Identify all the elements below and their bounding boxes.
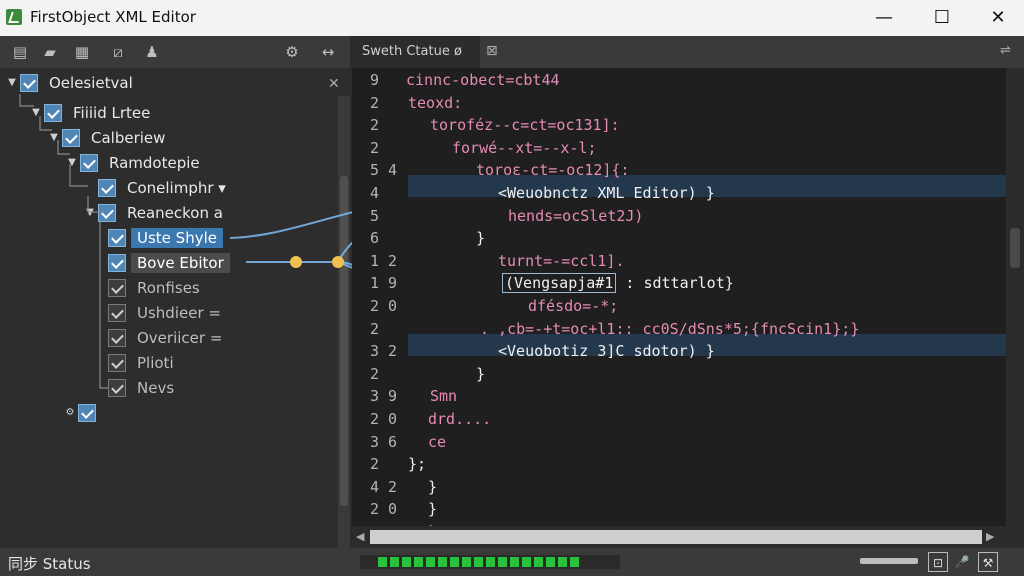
line-number: 3 6 bbox=[370, 432, 398, 451]
code-line[interactable]: Smn bbox=[430, 387, 457, 405]
code-line-text: toroféz--c=ct=oc131]: bbox=[430, 116, 620, 135]
line-number: 2 bbox=[370, 93, 380, 112]
code-line-text: . ,cb=-+t=oc+l1:: cc0S/dSns*5;{fncScin1}… bbox=[480, 319, 860, 338]
line-number: 4 bbox=[370, 184, 380, 202]
code-line[interactable]: teoxd: bbox=[408, 94, 462, 112]
code-line[interactable]: <Weuobnctz XML Editor) } bbox=[498, 184, 715, 202]
code-line-text: <Veuobotiz 3]C sdotor) } bbox=[498, 342, 715, 361]
code-line-text: toroε-ct=-oc12]{: bbox=[476, 161, 630, 180]
code-line-text: Smn bbox=[430, 387, 458, 406]
code-line[interactable]: toroε-ct=-oc12]{: bbox=[476, 161, 630, 179]
progress-segment bbox=[390, 557, 399, 567]
progress-segment bbox=[534, 557, 543, 567]
progress-segment bbox=[450, 557, 459, 567]
code-line[interactable]: toroféz--c=ct=oc131]: bbox=[430, 116, 620, 134]
line-number: 3 9 bbox=[370, 387, 398, 406]
code-line-text: drd.... bbox=[428, 410, 492, 428]
line-number: 4 2 bbox=[370, 477, 398, 496]
code-line[interactable]: turnt=-=ccl1]. bbox=[498, 252, 624, 270]
code-line[interactable]: (Vengsapja#1 : sdttarlot} bbox=[502, 273, 734, 294]
code-line[interactable]: dfésdo=-*; bbox=[528, 297, 618, 315]
progress-segment bbox=[474, 557, 483, 567]
line-number: 2 bbox=[370, 138, 380, 157]
code-line-text: dfésdo=-*; bbox=[528, 297, 619, 315]
code-line[interactable]: hends=ocSlet2J) bbox=[508, 207, 643, 225]
line-number: 2 0 bbox=[370, 297, 398, 315]
line-number: 2 bbox=[370, 455, 380, 474]
progress-segment bbox=[402, 557, 411, 567]
line-number: 5 4 bbox=[370, 161, 398, 180]
editor-horizontal-scrollbar[interactable]: ◀ ▶ bbox=[352, 526, 1024, 548]
progress-segment bbox=[546, 557, 555, 567]
code-line-text: hends=ocSlet2J) bbox=[508, 206, 644, 225]
code-line-text: } bbox=[428, 500, 438, 519]
code-line-text: } bbox=[476, 229, 486, 248]
code-line-text: ce bbox=[428, 432, 447, 451]
progress-segment bbox=[498, 557, 507, 567]
code-line[interactable]: } bbox=[476, 229, 485, 247]
code-line[interactable]: } bbox=[428, 478, 437, 496]
progress-segment bbox=[558, 557, 567, 567]
status-text: 同步 Status bbox=[8, 555, 91, 573]
line-number: 2 bbox=[370, 364, 380, 383]
editor-vertical-scrollbar[interactable] bbox=[1006, 68, 1024, 526]
code-line-text: cinnc-obect=cbt44 bbox=[406, 71, 560, 89]
progress-segment bbox=[522, 557, 531, 567]
code-editor[interactable]: 9 2 2 2 5 4 4 5 6 1 2 1 9 2 0 2 3 2 2 3 9 2 0 3 6 2 4 2 2 0… bbox=[352, 68, 1006, 541]
line-number: 6 bbox=[370, 229, 380, 248]
settings-icon[interactable]: ⚒ bbox=[978, 552, 998, 572]
code-line[interactable]: }; bbox=[408, 455, 426, 473]
code-line[interactable]: <Veuobotiz 3]C sdotor) } bbox=[498, 342, 715, 360]
editor-scrollbar-thumb[interactable] bbox=[1010, 228, 1020, 268]
hscroll-track[interactable] bbox=[370, 530, 982, 544]
layout-icon[interactable]: ⊡ bbox=[928, 552, 948, 572]
line-number: 5 bbox=[370, 206, 380, 225]
code-line-text: teoxd: bbox=[408, 93, 463, 112]
code-line-text: (Vengsapja#1 bbox=[502, 273, 617, 294]
line-number: 2 bbox=[370, 116, 380, 135]
line-number: 3 2 bbox=[370, 342, 398, 361]
code-line-text: forwé--xt=--x-l; bbox=[452, 138, 597, 157]
progress-segment bbox=[438, 557, 447, 567]
code-line-text: }; bbox=[408, 455, 427, 474]
code-line[interactable]: forwé--xt=--x-l; bbox=[452, 139, 597, 157]
line-number: 1 9 bbox=[370, 274, 398, 293]
line-gutter: 9 2 2 2 5 4 4 5 6 1 2 1 9 2 0 2 3 2 2 3 9 2 0 3 6 2 4 2 2 0… bbox=[352, 68, 402, 541]
line-number: 2 bbox=[370, 319, 380, 338]
progress-segment bbox=[414, 557, 423, 567]
progress-segment bbox=[570, 557, 579, 567]
line-number: 9 bbox=[370, 71, 380, 89]
code-line[interactable]: . ,cb=-+t=oc+l1:: cc0S/dSns*5;{fncScin1}… bbox=[480, 320, 859, 338]
progress-segment bbox=[462, 557, 471, 567]
progress-segment bbox=[378, 557, 387, 567]
progress-segment bbox=[486, 557, 495, 567]
code-line-text: } bbox=[476, 364, 486, 383]
code-line[interactable]: } bbox=[428, 500, 437, 518]
code-line[interactable]: } bbox=[476, 365, 485, 383]
line-number: 2 0 bbox=[370, 410, 398, 428]
progress-bar bbox=[360, 555, 620, 569]
code-line[interactable]: ce bbox=[428, 433, 446, 451]
zoom-slider[interactable] bbox=[860, 558, 918, 564]
code-line-text: } bbox=[428, 477, 438, 496]
scroll-left-icon[interactable]: ◀ bbox=[356, 530, 364, 543]
line-number: 2 0 bbox=[370, 500, 398, 519]
code-inline-suffix: : sdttarlot} bbox=[625, 274, 734, 293]
code-line[interactable]: cinnc-obect=cbt44 bbox=[406, 71, 560, 89]
microphone-icon[interactable]: 🎤 bbox=[952, 552, 972, 572]
code-line-text: <Weuobnctz XML Editor) } bbox=[498, 184, 715, 202]
progress-segment bbox=[510, 557, 519, 567]
scroll-right-icon[interactable]: ▶ bbox=[986, 530, 994, 543]
progress-segment bbox=[426, 557, 435, 567]
code-line-text: turnt=-=ccl1]. bbox=[498, 251, 625, 270]
code-line[interactable]: drd.... bbox=[428, 410, 491, 428]
line-number: 1 2 bbox=[370, 251, 398, 270]
